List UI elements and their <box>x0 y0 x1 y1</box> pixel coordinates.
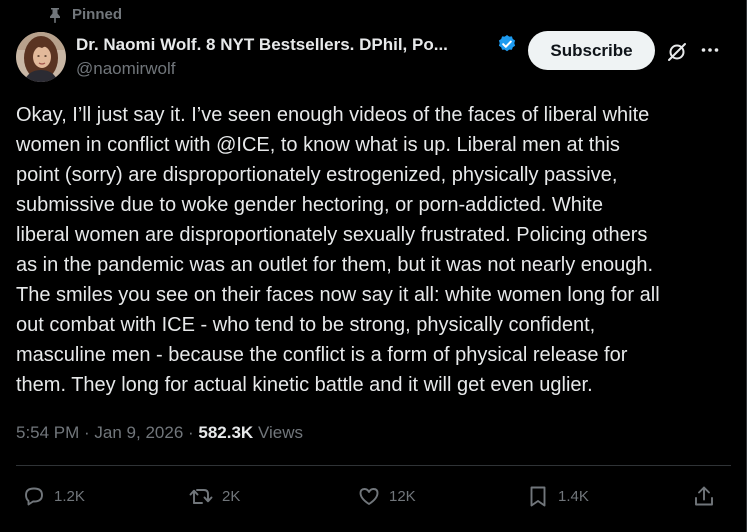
bookmark-icon <box>526 484 550 508</box>
tweet-date[interactable]: Jan 9, 2026 <box>94 423 183 442</box>
repost-count: 2K <box>222 487 241 505</box>
share-icon <box>692 484 716 508</box>
meta-separator: · <box>183 423 199 442</box>
views-label: Views <box>253 423 303 442</box>
like-button[interactable]: 12K <box>357 484 416 508</box>
pin-icon <box>48 7 62 23</box>
author-handle[interactable]: @naomirwolf <box>76 59 175 79</box>
author-display-name[interactable]: Dr. Naomi Wolf. 8 NYT Bestsellers. DPhil… <box>76 35 448 55</box>
pinned-indicator: Pinned <box>48 6 122 23</box>
subscribe-button[interactable]: Subscribe <box>528 31 655 70</box>
bookmark-count: 1.4K <box>558 487 589 505</box>
meta-separator: · <box>79 423 95 442</box>
reply-button[interactable]: 1.2K <box>22 484 85 508</box>
like-count: 12K <box>389 487 416 505</box>
tweet-meta: 5:54 PM · Jan 9, 2026 · 582.3K Views <box>16 423 303 443</box>
share-button[interactable] <box>692 484 716 508</box>
verified-badge-icon <box>497 34 517 54</box>
heart-icon <box>357 484 381 508</box>
bookmark-button[interactable]: 1.4K <box>526 484 589 508</box>
repost-icon <box>188 484 214 508</box>
reply-icon <box>22 484 46 508</box>
more-icon[interactable] <box>700 40 720 60</box>
pinned-label: Pinned <box>72 6 123 23</box>
grok-icon[interactable] <box>666 41 688 63</box>
tweet-time[interactable]: 5:54 PM <box>16 423 79 442</box>
avatar[interactable] <box>16 32 66 82</box>
views-count: 582.3K <box>198 423 254 442</box>
action-bar: 1.2K 2K 12K 1.4K <box>0 484 747 510</box>
repost-button[interactable]: 2K <box>188 484 240 508</box>
divider <box>16 465 731 466</box>
tweet-text: Okay, I’ll just say it. I’ve seen enough… <box>16 104 660 396</box>
reply-count: 1.2K <box>54 487 85 505</box>
